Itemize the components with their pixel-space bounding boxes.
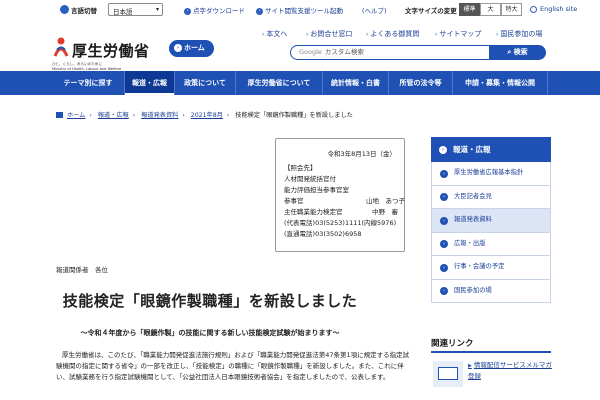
- braille-download-link[interactable]: › 点字ダウンロード: [184, 5, 245, 15]
- browsing-tool-link[interactable]: › サイト閲覧支援ツール起動: [256, 5, 343, 15]
- home-button[interactable]: › ホーム: [169, 40, 214, 57]
- font-size-large-button[interactable]: 大: [480, 3, 501, 16]
- sidebar-heading[interactable]: › 報道・広報: [431, 137, 551, 162]
- related-link-mail-magazine[interactable]: ▶ 情報配信サービスメルマガ登録: [431, 357, 552, 397]
- arrow-right-icon: ›: [439, 146, 447, 154]
- sitemap-link[interactable]: › サイトマップ: [435, 29, 481, 39]
- addressee: 報道関係者 各位: [56, 266, 108, 274]
- chevron-down-icon: ▾: [155, 6, 159, 13]
- breadcrumb-press[interactable]: 報道・広報: [98, 112, 129, 119]
- arrow-right-icon: ›: [440, 263, 448, 272]
- arrow-right-icon: ›: [256, 7, 263, 15]
- language-select[interactable]: 日本語 ▾: [108, 3, 163, 16]
- release-date: 令和3年8月13日（金）: [327, 150, 396, 158]
- main-nav: テーマ別に探す 報道・広報 政策について 厚生労働省について 統計情報・白書 所…: [0, 71, 600, 95]
- arrow-right-icon: ▶: [468, 363, 472, 369]
- breadcrumb-releases[interactable]: 報道発表資料: [141, 112, 178, 119]
- skip-to-content-link[interactable]: › 本文へ: [262, 29, 287, 39]
- arrow-right-icon: ›: [184, 7, 191, 15]
- arrow-right-icon: ›: [262, 31, 265, 38]
- sidebar-item-press-releases[interactable]: › 報道発表資料: [431, 209, 551, 233]
- font-size-xlarge-button[interactable]: 特大: [501, 3, 522, 16]
- nav-press[interactable]: 報道・広報: [125, 71, 175, 95]
- contact-line: (直通電話)03(3502)6958: [284, 230, 362, 238]
- language-select-value: 日本語: [113, 8, 133, 16]
- language-icon: [60, 5, 69, 14]
- breadcrumb: ホーム › 報道・広報 › 報道発表資料 › 2021年8月 › 技能検定「眼鏡作製職種…: [56, 110, 353, 119]
- search-button[interactable]: ⌕ 検索: [489, 45, 546, 60]
- arrow-right-icon: ›: [306, 31, 309, 38]
- public-participation-link[interactable]: › 国民参加の場: [496, 29, 542, 39]
- contact-line: 人材開発統括官付: [284, 175, 336, 183]
- arrow-right-icon: ›: [440, 169, 448, 178]
- nav-applications[interactable]: 申請・募集・情報公開: [453, 71, 548, 95]
- mhlw-logo-mark-icon: [53, 37, 69, 57]
- contact-heading: 【照会先】: [284, 164, 317, 172]
- help-link[interactable]: (ヘルプ): [362, 5, 387, 15]
- nav-statistics[interactable]: 統計情報・白書: [323, 71, 389, 95]
- page-subtitle: ～令和４年度から「眼鏡作製」の技能に関する新しい技能検定試験が始まります～: [80, 329, 340, 337]
- nav-laws[interactable]: 所管の法令等: [389, 71, 453, 95]
- font-size-standard-button[interactable]: 標準: [459, 3, 480, 16]
- home-icon: [56, 112, 63, 118]
- sidebar: › 報道・広報 › 厚生労働省広報基本指針 › 大臣記者会見 › 報道発表資料 › 広報・…: [431, 137, 551, 303]
- faq-link[interactable]: › よくある御質問: [366, 29, 419, 39]
- sidebar-item-events[interactable]: › 行事・会議の予定: [431, 256, 551, 280]
- arrow-right-icon: ›: [435, 31, 438, 38]
- arrow-right-icon: ›: [174, 44, 182, 52]
- search-placeholder: カスタム検索: [324, 48, 364, 56]
- body-paragraph: 厚生労働省は、このたび、「職業能力開発促進法施行規則」および「職業能力開発促進法…: [56, 351, 410, 381]
- mail-icon: [433, 361, 463, 387]
- contact-line: 主任職業能力検定官 中野 審: [284, 208, 398, 216]
- breadcrumb-month[interactable]: 2021年8月: [191, 112, 223, 119]
- release-info-box: 令和3年8月13日（金） 【照会先】 人材開発統括官付 能力評価担当参事官室 参…: [275, 138, 405, 252]
- utility-bar: 言語切替 日本語 ▾ › 点字ダウンロード › サイト閲覧支援ツール起動 (ヘルプ)…: [0, 0, 600, 20]
- search-brand: Google: [299, 48, 322, 56]
- contact-line: (代表電話)03(5253)1111(内線5976): [284, 219, 397, 227]
- arrow-right-icon: ›: [496, 31, 499, 38]
- page-title: 技能検定「眼鏡作製職種」を新設しました: [62, 292, 358, 310]
- related-link-label[interactable]: ▶ 情報配信サービスメルマガ登録: [468, 360, 552, 381]
- related-links-heading: 関連リンク: [431, 337, 551, 353]
- nav-about[interactable]: 厚生労働省について: [236, 71, 323, 95]
- sidebar-item-pr-guidelines[interactable]: › 厚生労働省広報基本指針: [431, 162, 551, 186]
- site-name: 厚生労働省: [72, 42, 150, 60]
- arrow-right-icon: ›: [366, 31, 369, 38]
- language-label: 言語切替: [71, 7, 97, 15]
- contact-line: 能力評価担当参事官室: [284, 186, 349, 194]
- breadcrumb-current: 技能検定「眼鏡作製職種」を新設しました: [235, 112, 353, 119]
- breadcrumb-home[interactable]: ホーム: [67, 112, 85, 119]
- nav-policy[interactable]: 政策について: [175, 71, 236, 95]
- sidebar-item-participation[interactable]: › 国民参加の場: [431, 279, 551, 303]
- english-site-link[interactable]: English site: [530, 5, 577, 13]
- arrow-right-icon: ›: [440, 240, 448, 248]
- search-input[interactable]: Google カスタム検索: [290, 45, 490, 60]
- arrow-right-icon: ›: [440, 287, 448, 295]
- nav-theme[interactable]: テーマ別に探す: [52, 71, 125, 95]
- contact-line: 参事官 山地 あつ子: [284, 197, 405, 205]
- contact-link[interactable]: › お問合せ窓口: [306, 29, 352, 39]
- sidebar-item-publications[interactable]: › 広報・出版: [431, 232, 551, 256]
- arrow-right-icon: ›: [440, 216, 448, 225]
- arrow-right-icon: ›: [440, 193, 448, 201]
- globe-icon: [530, 5, 537, 13]
- sidebar-item-press-conference[interactable]: › 大臣記者会見: [431, 185, 551, 209]
- font-size-label: 文字サイズの変更: [405, 7, 457, 15]
